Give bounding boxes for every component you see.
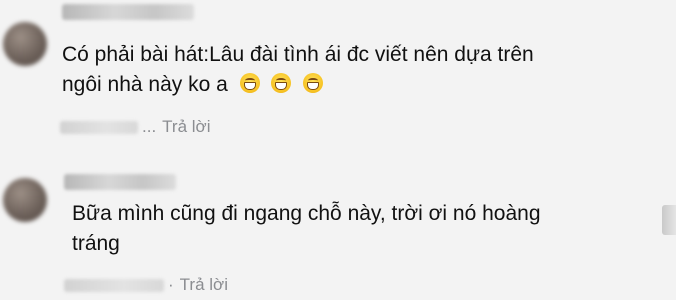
grinning-face-icon xyxy=(271,73,292,93)
comment-text: Bữa mình cũng đi ngang chỗ này, trời ơi … xyxy=(72,199,541,259)
meta-separator: · xyxy=(168,275,174,294)
comment-text-line: tráng xyxy=(72,232,120,255)
grinning-face-icon xyxy=(239,73,260,93)
comment-meta: ... Trả lời xyxy=(60,117,210,137)
reply-link[interactable]: Trả lời xyxy=(180,275,228,295)
username-blurred[interactable] xyxy=(64,174,176,190)
reply-link[interactable]: Trả lời xyxy=(162,117,210,137)
reaction-edge[interactable] xyxy=(662,205,676,235)
comment-text-line: ngôi nhà này ko a xyxy=(62,70,534,100)
avatar[interactable] xyxy=(3,22,47,66)
comment-text-fragment: ngôi nhà này ko a xyxy=(62,73,228,96)
meta-separator: ... xyxy=(142,117,157,136)
timestamp-blurred xyxy=(64,278,164,292)
username-blurred[interactable] xyxy=(62,4,194,20)
timestamp-blurred xyxy=(60,120,138,134)
comment-text-line: Có phải bài hát:Lâu đài tình ái đc viết … xyxy=(62,43,534,66)
avatar[interactable] xyxy=(3,178,47,222)
comment-1: Có phải bài hát:Lâu đài tình ái đc viết … xyxy=(0,0,676,150)
comment-text: Có phải bài hát:Lâu đài tình ái đc viết … xyxy=(62,40,534,100)
comment-2: Bữa mình cũng đi ngang chỗ này, trời ơi … xyxy=(0,150,676,300)
comment-text-line: Bữa mình cũng đi ngang chỗ này, trời ơi … xyxy=(72,202,541,225)
comment-meta: · Trả lời xyxy=(64,275,228,295)
grinning-face-icon xyxy=(303,73,324,93)
